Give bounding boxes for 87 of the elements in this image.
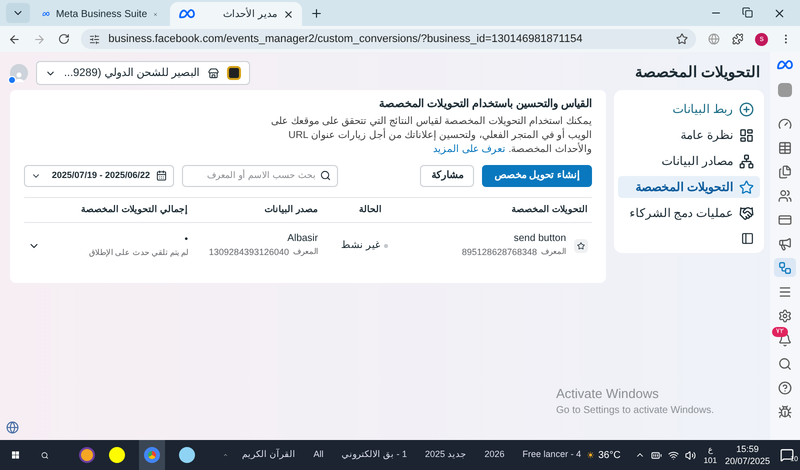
taskbar-window[interactable]: 2026 bbox=[478, 448, 511, 462]
meta-logo-icon bbox=[42, 9, 50, 19]
meta-logo-icon bbox=[178, 9, 196, 19]
column-header: مصدر البيانات bbox=[263, 202, 318, 216]
column-header: التحويلات المخصصة bbox=[510, 202, 588, 216]
business-logo-icon bbox=[226, 66, 240, 80]
browser-tab[interactable]: Meta Business Suite bbox=[34, 2, 166, 26]
share-button[interactable]: مشاركة bbox=[420, 164, 474, 186]
tab-title: Meta Business Suite bbox=[56, 8, 148, 22]
nav-item[interactable]: التحويلات المخصصة bbox=[618, 176, 760, 198]
clock-time[interactable]: 15:59 bbox=[736, 443, 759, 455]
language-code: 101 bbox=[704, 455, 717, 466]
browser-app-icon[interactable] bbox=[78, 447, 95, 463]
column-header: الحالة bbox=[358, 202, 383, 216]
tab-title: مدير الأحداث bbox=[222, 6, 277, 22]
calendar-icon bbox=[156, 170, 167, 181]
search-icon bbox=[778, 356, 792, 370]
taskbar-window[interactable]: جديد 2025 bbox=[418, 448, 473, 462]
volume-icon bbox=[684, 450, 696, 460]
create-button[interactable]: إنشاء تحويل مخصص bbox=[482, 164, 592, 186]
nav-item[interactable]: نظرة عامة bbox=[618, 124, 760, 146]
network-button[interactable] bbox=[774, 258, 796, 277]
card-description: يمكنك استخدام التحويلات المخصصة لقياس النتائج التي تتحقق على موقعك على الويب أو في المتجر الفعلي، ولتحسين إعلاناتك من أجل زيارات عنوان URL والأحداث المخصصة. تعرف على المزيد bbox=[270, 114, 592, 156]
browser-tab[interactable]: مدير الأحداث bbox=[170, 2, 302, 26]
globe-icon[interactable] bbox=[708, 33, 720, 45]
bug-icon bbox=[778, 404, 792, 418]
nav-item[interactable]: مصادر البيانات bbox=[618, 150, 760, 172]
collapse-panel-icon[interactable] bbox=[741, 232, 754, 245]
address-bar[interactable]: business.facebook.com/events_manager2/custom_conversions/?business_id=130146981871154 bbox=[81, 29, 696, 49]
nav-item[interactable]: ربط البيانات bbox=[618, 98, 760, 120]
table-cell-text: 895128628768348 bbox=[462, 246, 537, 260]
extensions-icon[interactable] bbox=[732, 33, 744, 45]
meta-logo-icon bbox=[776, 60, 794, 70]
conversion-icon bbox=[574, 238, 588, 252]
back-icon[interactable] bbox=[8, 32, 21, 46]
id-label: المعرف bbox=[541, 246, 566, 258]
date-range-picker[interactable]: 2025/07/19 - 2025/06/22 bbox=[24, 164, 174, 186]
bell-icon bbox=[778, 332, 792, 346]
card-icon bbox=[778, 212, 792, 226]
page-title: التحويلات المخصصة bbox=[634, 62, 760, 83]
language-indicator[interactable]: ع bbox=[708, 444, 713, 455]
close-icon[interactable] bbox=[773, 7, 786, 20]
gauge-icon bbox=[778, 116, 792, 130]
help-icon bbox=[778, 380, 792, 394]
activation-title: Activate Windows bbox=[556, 384, 660, 402]
globe-icon[interactable] bbox=[6, 421, 19, 434]
store-icon bbox=[208, 68, 218, 78]
megaphone-icon bbox=[778, 236, 792, 250]
settings-icon bbox=[778, 308, 792, 322]
table-icon bbox=[778, 140, 792, 154]
table-cell-text: 1309284393126040 bbox=[208, 246, 289, 260]
table-cell-text: غير نشط bbox=[341, 239, 380, 253]
taskbar-window[interactable]: 1 - بق الالكتروني bbox=[335, 448, 413, 462]
taskbar-window[interactable]: 4 - Free lancer bbox=[516, 448, 588, 462]
close-icon bbox=[283, 8, 294, 20]
pages-icon bbox=[778, 164, 792, 178]
taskbar-window[interactable]: All bbox=[307, 448, 330, 462]
activation-subtitle: Go to Settings to activate Windows. bbox=[556, 404, 714, 418]
search-icon bbox=[320, 170, 331, 181]
account-selector[interactable]: البصير للشحن الدولي (9289... bbox=[36, 61, 250, 85]
site-info-icon bbox=[89, 34, 100, 44]
new-tab-icon[interactable] bbox=[310, 7, 323, 20]
nav-item[interactable]: عمليات دمج الشركاء bbox=[618, 202, 760, 224]
restore-icon[interactable] bbox=[742, 7, 753, 18]
temperature: 36°C bbox=[598, 448, 621, 462]
column-header: إجمالي التحويلات المخصصة bbox=[80, 202, 188, 216]
taskbar-window[interactable]: القرآن الكريم bbox=[236, 448, 302, 462]
tab-list-button[interactable] bbox=[6, 3, 30, 23]
url-text: business.facebook.com/events_manager2/custom_conversions/?business_id=130146981871154 bbox=[108, 32, 584, 47]
table-cell[interactable]: send button bbox=[462, 231, 566, 246]
menu-icon bbox=[778, 284, 792, 298]
card-heading: القياس والتحسين باستخدام التحويلات المخصصة bbox=[378, 97, 592, 112]
chrome-app-icon[interactable] bbox=[138, 440, 165, 470]
table-cell-text: • bbox=[183, 233, 188, 247]
wifi-icon bbox=[668, 450, 679, 460]
learn-more-link[interactable]: تعرف على المزيد bbox=[433, 144, 506, 154]
reload-icon[interactable] bbox=[58, 33, 70, 45]
network-icon bbox=[778, 260, 792, 274]
people-icon bbox=[778, 188, 792, 202]
bookmark-icon bbox=[676, 33, 688, 45]
profile-avatar[interactable]: s bbox=[755, 32, 768, 46]
id-label: المعرف bbox=[293, 246, 318, 258]
battery-icon bbox=[650, 450, 662, 460]
table-cell-text: Albasir bbox=[286, 232, 318, 246]
user-avatar[interactable] bbox=[10, 64, 28, 82]
clock-date: 20/07/2025 bbox=[724, 455, 770, 467]
table-cell: لم يتم تلقي حدث على الإطلاق bbox=[88, 247, 188, 259]
